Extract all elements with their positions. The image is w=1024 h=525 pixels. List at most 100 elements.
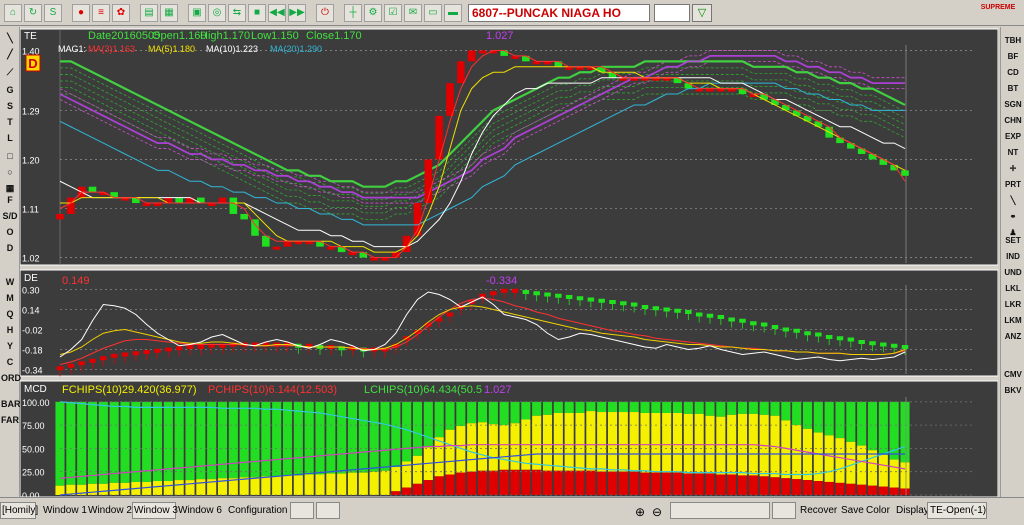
right-tool-cd[interactable]: CD [1001,65,1024,80]
window-3-tab[interactable]: Window 3 [134,505,178,516]
right-tool-nt[interactable]: NT [1001,145,1024,160]
right-tool-und[interactable]: UND [1001,265,1024,280]
line-tool-icon[interactable]: ╲ [1,31,19,46]
mcd-legend-lchips: LCHIPS(10)64.434(50.5 [364,384,482,396]
left-tool-far[interactable]: FAR [1,413,19,428]
circle-tool-icon[interactable]: ○ [1,165,19,180]
right-tool-lkl[interactable]: LKL [1001,281,1024,296]
flag-my-icon[interactable]: ≡ [92,3,110,22]
right-tool-bkv[interactable]: BKV [1001,383,1024,398]
left-tool-h[interactable]: H [1,323,19,338]
compare-icon[interactable]: ⇆ [228,3,246,22]
left-tool-c[interactable]: C [1,355,19,370]
chevron-down-icon[interactable]: ▽ [692,3,712,22]
refresh-icon[interactable]: ↻ [24,3,42,22]
mcd-pchips-bar [878,486,888,495]
portfolio-icon[interactable]: ▣ [188,3,206,22]
gear-icon[interactable]: ⚙ [364,3,382,22]
folder-icon[interactable]: ▬ [444,3,462,22]
configuration-tab[interactable]: Configuration [228,505,287,516]
right-tool-anz[interactable]: ANZ [1001,329,1024,344]
window-2-tab[interactable]: Window 2 [88,505,132,516]
left-tool-o[interactable]: O [1,225,19,240]
fan-tool-icon[interactable]: ⟋ [1,65,19,80]
right-tool-ind[interactable]: IND [1001,249,1024,264]
rewind-icon[interactable]: ◀◀ [268,3,286,22]
left-tool-m[interactable]: M [1,291,19,306]
left-tool-f[interactable]: F [1,193,19,208]
zoom-in-icon[interactable]: ⊕ [635,505,645,519]
box-tool-icon[interactable]: □ [1,149,19,164]
price-tick-label: 1.29 [22,106,40,116]
crosshair-icon[interactable]: ┼ [344,3,362,22]
ray-tool-icon[interactable]: ╱ [1,47,19,62]
right-tool-chn[interactable]: CHN [1001,113,1024,128]
left-tool-bar[interactable]: BAR [1,397,21,412]
chart-area[interactable]: 1.401.291.201.111.02TEDDate20160505Open1… [20,27,998,497]
mcd-lchips-bar [250,401,260,478]
grid-icon[interactable]: ▦ [160,3,178,22]
mcd-lchips-bar [434,401,444,438]
left-tool-ord[interactable]: ORD [1,371,21,386]
mcd-pchips-bar [781,478,791,495]
right-tool-cmv[interactable]: CMV [1001,367,1024,382]
time-spinner[interactable] [772,502,796,519]
ma-header-ma10: MA(10)1.223 [206,44,258,54]
mail-icon[interactable]: ✉ [404,3,422,22]
time-scrollbar[interactable] [670,502,770,519]
left-tool-s-d[interactable]: S/D [1,209,19,224]
mcd-pchips-bar [737,475,748,495]
left-tool-s[interactable]: S [1,99,19,114]
mcd-pchips-bar [532,469,542,495]
binoculars-icon[interactable]: ⚭ [1001,209,1024,224]
mcd-lchips-bar [629,401,639,413]
right-tool-prt[interactable]: PRT [1001,177,1024,192]
mcd-pchips-bar [716,474,726,495]
crosshair-tool-icon[interactable]: ✛ [1001,161,1024,176]
window-6-tab[interactable]: Window 6 [178,505,222,516]
chart-icon[interactable]: ▤ [140,3,158,22]
left-tool-d[interactable]: D [1,241,19,256]
status-bar: [Homily] Window 1 Window 2 Window 3 Wind… [0,497,1024,525]
people-icon[interactable]: ♟ [1001,225,1024,240]
scroll-right-spinner[interactable] [316,502,340,519]
window-1-tab[interactable]: Window 1 [43,505,87,516]
folder-open-icon[interactable]: ▭ [424,3,442,22]
mcd-fchips-bar [586,411,596,471]
zoom-icon[interactable]: ◎ [208,3,226,22]
checkbox-icon[interactable]: ☑ [384,3,402,22]
symbol-input[interactable]: 6807--PUNCAK NIAGA HO [468,3,650,22]
flag-hk-icon[interactable]: ✿ [112,3,130,22]
record-icon[interactable]: ■ [248,3,266,22]
mcd-fchips-bar [380,470,390,495]
save-button[interactable]: Save [841,505,864,516]
left-tool-y[interactable]: Y [1,339,19,354]
scroll-left-spinner[interactable] [290,502,314,519]
mcd-pchips-bar [672,472,683,495]
symbol-extra-field[interactable] [654,3,690,22]
left-tool-t[interactable]: T [1,115,19,130]
right-tool-bt[interactable]: BT [1001,81,1024,96]
forward-icon[interactable]: ▶▶ [288,3,306,22]
flag-sg-icon[interactable]: ● [72,3,90,22]
zoom-out-icon[interactable]: ⊖ [652,505,662,519]
right-tool-lkr[interactable]: LKR [1001,297,1024,312]
recover-button[interactable]: Recover [800,505,837,516]
market-icon[interactable]: S [44,3,62,22]
main-toolbar: ⌂ ↻ S ● ≡ ✿ ▤ ▦ ▣ ◎ ⇆ ■ ◀◀ ▶▶ ⏻ ┼ ⚙ ☑ ✉ … [0,0,1024,26]
right-tool-tbh[interactable]: TBH [1001,33,1024,48]
mcd-lchips-bar [185,401,195,481]
right-tool-exp[interactable]: EXP [1001,129,1024,144]
left-tool-g[interactable]: G [1,83,19,98]
right-tool-sgn[interactable]: SGN [1001,97,1024,112]
left-tool-l[interactable]: L [1,131,19,146]
left-tool-w[interactable]: W [1,275,19,290]
left-tool-q[interactable]: Q [1,307,19,322]
right-tool-bf[interactable]: BF [1001,49,1024,64]
power-icon[interactable]: ⏻ [316,3,334,22]
pen-tool-icon[interactable]: ╲ [1001,193,1024,208]
right-tool-lkm[interactable]: LKM [1001,313,1024,328]
color-button[interactable]: Color [866,505,890,516]
display-button[interactable]: Display [896,505,929,516]
home-icon[interactable]: ⌂ [4,3,22,22]
